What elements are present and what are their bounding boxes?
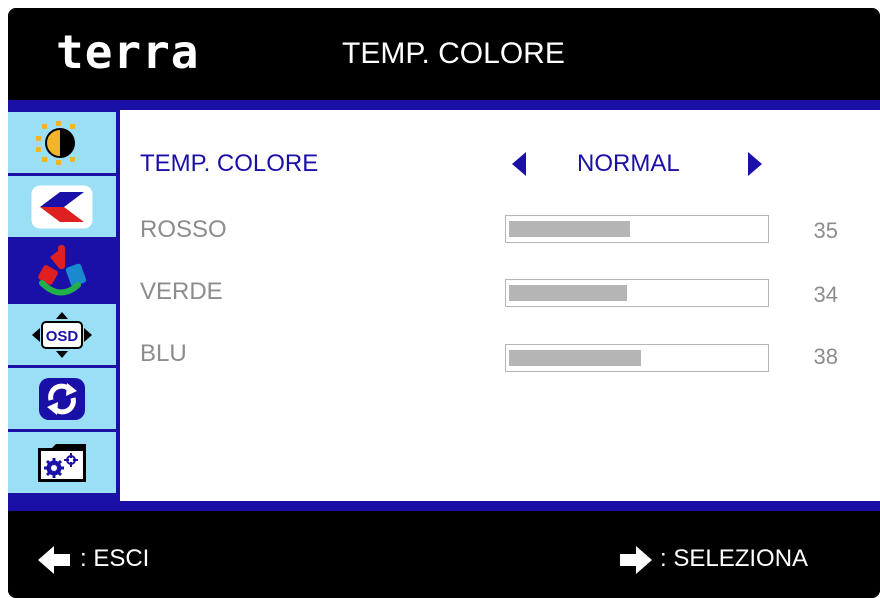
brightness-contrast-icon (36, 120, 75, 165)
green-slider-fill (509, 285, 627, 301)
sidebar-item-brightness[interactable] (8, 112, 116, 173)
arrow-right-key-icon (620, 546, 652, 574)
brand-logo: terra (56, 25, 200, 79)
red-value: 35 (813, 218, 838, 243)
sidebar-item-image[interactable] (8, 176, 116, 237)
green-value: 34 (813, 282, 838, 307)
exit-hint: : ESCI (80, 545, 150, 572)
reset-icon (39, 377, 85, 420)
green-slider[interactable] (505, 279, 769, 307)
red-label[interactable]: ROSSO (140, 216, 227, 244)
arrow-right-icon[interactable] (748, 152, 762, 176)
red-slider-fill (509, 221, 630, 237)
green-label[interactable]: VERDE (140, 278, 223, 306)
settings-panel: TEMP. COLORE NORMAL ROSSO 35 VERDE 34 BL… (120, 110, 880, 501)
sidebar-item-reset[interactable] (8, 368, 116, 429)
sidebar: OSD (8, 110, 120, 501)
color-temp-label[interactable]: TEMP. COLORE (140, 150, 318, 178)
sidebar-item-settings[interactable] (8, 432, 116, 493)
menu-title: TEMP. COLORE (342, 37, 565, 70)
red-slider[interactable] (505, 215, 769, 243)
blue-value: 38 (813, 344, 838, 369)
color-icon (38, 244, 87, 295)
header: terra TEMP. COLORE (8, 8, 880, 100)
blue-label[interactable]: BLU (140, 340, 187, 368)
blue-slider[interactable] (505, 344, 769, 372)
select-hint: : SELEZIONA (660, 545, 809, 572)
blue-slider-fill (509, 350, 641, 366)
color-temp-value[interactable]: NORMAL (577, 150, 680, 178)
svg-text:OSD: OSD (46, 328, 79, 345)
footer: : ESCI : SELEZIONA (8, 511, 880, 598)
osd-icon: OSD (32, 311, 92, 358)
sidebar-item-color[interactable] (8, 240, 116, 301)
osd-window: terra TEMP. COLORE OSD TEMP. COLORE NORM… (8, 8, 880, 598)
arrow-left-icon[interactable] (512, 152, 526, 176)
image-position-icon (31, 185, 93, 228)
settings-icon (38, 443, 86, 482)
arrow-left-key-icon (38, 546, 70, 574)
bottom-divider (8, 501, 880, 511)
sidebar-item-osd[interactable]: OSD (8, 304, 116, 365)
top-divider (8, 100, 880, 110)
